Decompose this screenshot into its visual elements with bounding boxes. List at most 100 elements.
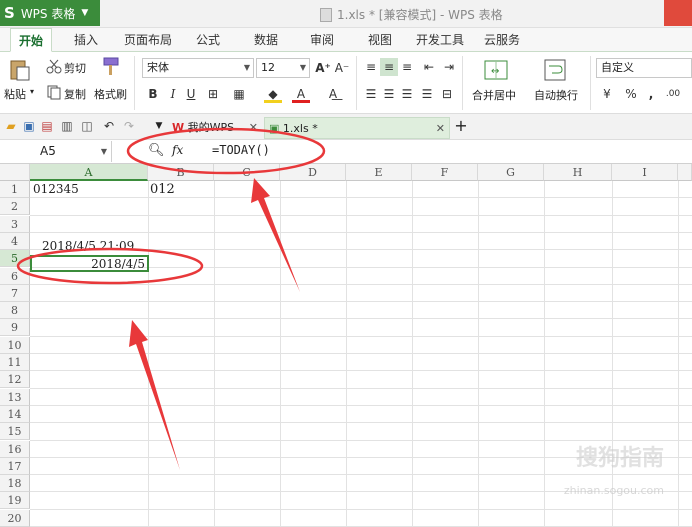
indent-increase-icon[interactable]: ⇥ [440, 58, 458, 76]
open-icon[interactable]: ▰ [4, 119, 18, 133]
column-header-d[interactable]: D [280, 164, 346, 181]
border-icon[interactable]: ⊞ [204, 85, 222, 103]
row-header-7[interactable]: 7 [0, 284, 30, 302]
row-header-5[interactable]: 5 [0, 250, 30, 268]
row-header-18[interactable]: 18 [0, 475, 30, 493]
tab-document[interactable]: ▣ 1.xls * ✕ [264, 117, 450, 139]
column-header-f[interactable]: F [412, 164, 478, 181]
indent-decrease-icon[interactable]: ⇤ [420, 58, 438, 76]
merge-center-icon[interactable]: ↔ [484, 58, 508, 82]
save-icon[interactable]: ▣ [22, 119, 36, 133]
tab-page-layout[interactable]: 页面布局 [116, 28, 180, 52]
zoom-formula-icon[interactable]: 🔍︎ [148, 143, 165, 158]
tab-formulas[interactable]: 公式 [188, 28, 228, 52]
row-header-4[interactable]: 4 [0, 232, 30, 250]
row-header-3[interactable]: 3 [0, 215, 30, 233]
distribute-icon[interactable]: ⊟ [438, 85, 456, 103]
tab-data[interactable]: 数据 [246, 28, 286, 52]
font-size-select[interactable]: 12 ▼ [256, 58, 310, 78]
row-header-9[interactable]: 9 [0, 319, 30, 337]
row-header-15[interactable]: 15 [0, 423, 30, 441]
fx-icon[interactable]: fx [172, 143, 183, 157]
increase-font-icon[interactable]: A⁺ [314, 59, 332, 77]
column-header-a[interactable]: A [30, 164, 148, 181]
decrease-font-icon[interactable]: A⁻ [333, 59, 351, 77]
row-header-19[interactable]: 19 [0, 492, 30, 510]
row-header-20[interactable]: 20 [0, 509, 30, 527]
close-icon[interactable]: ✕ [249, 117, 258, 139]
cell-a1[interactable]: 012345 [32, 181, 146, 198]
cell-a4[interactable]: 2018/4/5 21:09 [30, 238, 170, 255]
tab-my-wps[interactable]: W 我的WPS ✕ [168, 117, 262, 139]
align-left-icon[interactable]: ☰ [362, 85, 380, 103]
row-header-16[interactable]: 16 [0, 440, 30, 458]
underline-icon[interactable]: U [182, 85, 200, 103]
formula-input[interactable]: =TODAY() [212, 143, 270, 157]
app-menu-button[interactable]: S WPS 表格 ▼ [0, 0, 100, 26]
cell-a5[interactable]: 2018/4/5 [30, 255, 149, 272]
column-header-h[interactable]: H [544, 164, 612, 181]
scissors-icon[interactable] [46, 58, 62, 74]
wrap-text-icon[interactable] [544, 58, 566, 82]
select-all-corner[interactable] [0, 164, 30, 181]
italic-icon[interactable]: I [164, 85, 182, 103]
cell-b1[interactable]: 012 [150, 181, 212, 198]
row-header-12[interactable]: 12 [0, 371, 30, 389]
print-preview-icon[interactable]: ◫ [80, 119, 94, 133]
row-header-8[interactable]: 8 [0, 302, 30, 320]
fill-color-icon[interactable]: ◆ [264, 85, 282, 103]
redo-icon[interactable]: ↷ [122, 119, 136, 133]
increase-decimal-icon[interactable]: .00 [664, 85, 682, 103]
currency-icon[interactable]: ¥ [598, 85, 616, 103]
align-center-icon[interactable]: ☰ [380, 85, 398, 103]
font-color-icon[interactable]: A [292, 85, 310, 103]
name-box[interactable]: A5 ▼ [0, 141, 112, 162]
copy-icon[interactable] [46, 84, 62, 100]
justify-icon[interactable]: ☰ [418, 85, 436, 103]
comma-icon[interactable]: , [642, 85, 660, 103]
paste-icon[interactable] [8, 58, 32, 82]
column-header-b[interactable]: B [148, 164, 214, 181]
wrap-text-button[interactable]: 自动换行 [534, 87, 578, 103]
number-format-select[interactable]: 自定义 [596, 58, 692, 78]
column-header-i[interactable]: I [612, 164, 678, 181]
tab-view[interactable]: 视图 [360, 28, 400, 52]
print-icon[interactable]: ▥ [60, 119, 74, 133]
row-header-1[interactable]: 1 [0, 181, 30, 198]
paste-button[interactable]: 粘贴 [4, 86, 26, 102]
fill-style-icon[interactable]: ▦ [230, 85, 248, 103]
copy-button[interactable]: 复制 [64, 86, 86, 102]
tab-review[interactable]: 审阅 [302, 28, 342, 52]
merge-center-button[interactable]: 合并居中 [472, 87, 516, 103]
close-icon[interactable]: ✕ [436, 118, 445, 140]
align-bottom-icon[interactable]: ≡ [398, 58, 416, 76]
tab-cloud[interactable]: 云服务 [476, 28, 528, 52]
row-header-2[interactable]: 2 [0, 198, 30, 216]
row-header-11[interactable]: 11 [0, 354, 30, 371]
row-header-17[interactable]: 17 [0, 457, 30, 475]
bold-icon[interactable]: B [144, 85, 162, 103]
tab-developer[interactable]: 开发工具 [408, 28, 472, 52]
new-tab-icon[interactable]: + [454, 118, 468, 134]
row-header-14[interactable]: 14 [0, 405, 30, 423]
row-header-6[interactable]: 6 [0, 267, 30, 285]
tab-insert[interactable]: 插入 [66, 28, 106, 52]
row-header-13[interactable]: 13 [0, 388, 30, 406]
font-settings-icon[interactable]: A͟ [324, 85, 342, 103]
row-header-10[interactable]: 10 [0, 336, 30, 354]
align-right-icon[interactable]: ☰ [398, 85, 416, 103]
chevron-down-icon[interactable]: ▼ [152, 119, 166, 133]
column-header-c[interactable]: C [214, 164, 280, 181]
format-painter-icon[interactable] [100, 56, 122, 78]
cut-button[interactable]: 剪切 [64, 60, 86, 76]
percent-icon[interactable]: % [622, 85, 640, 103]
format-painter-button[interactable]: 格式刷 [94, 86, 127, 102]
close-window-button[interactable] [664, 0, 692, 26]
column-header-e[interactable]: E [346, 164, 412, 181]
export-pdf-icon[interactable]: ▤ [40, 119, 54, 133]
undo-icon[interactable]: ↶ [102, 119, 116, 133]
align-middle-icon[interactable]: ≡ [380, 58, 398, 76]
chevron-down-icon[interactable]: ▾ [30, 87, 34, 96]
tab-home[interactable]: 开始 [10, 28, 53, 52]
font-name-select[interactable]: 宋体 ▼ [142, 58, 254, 78]
